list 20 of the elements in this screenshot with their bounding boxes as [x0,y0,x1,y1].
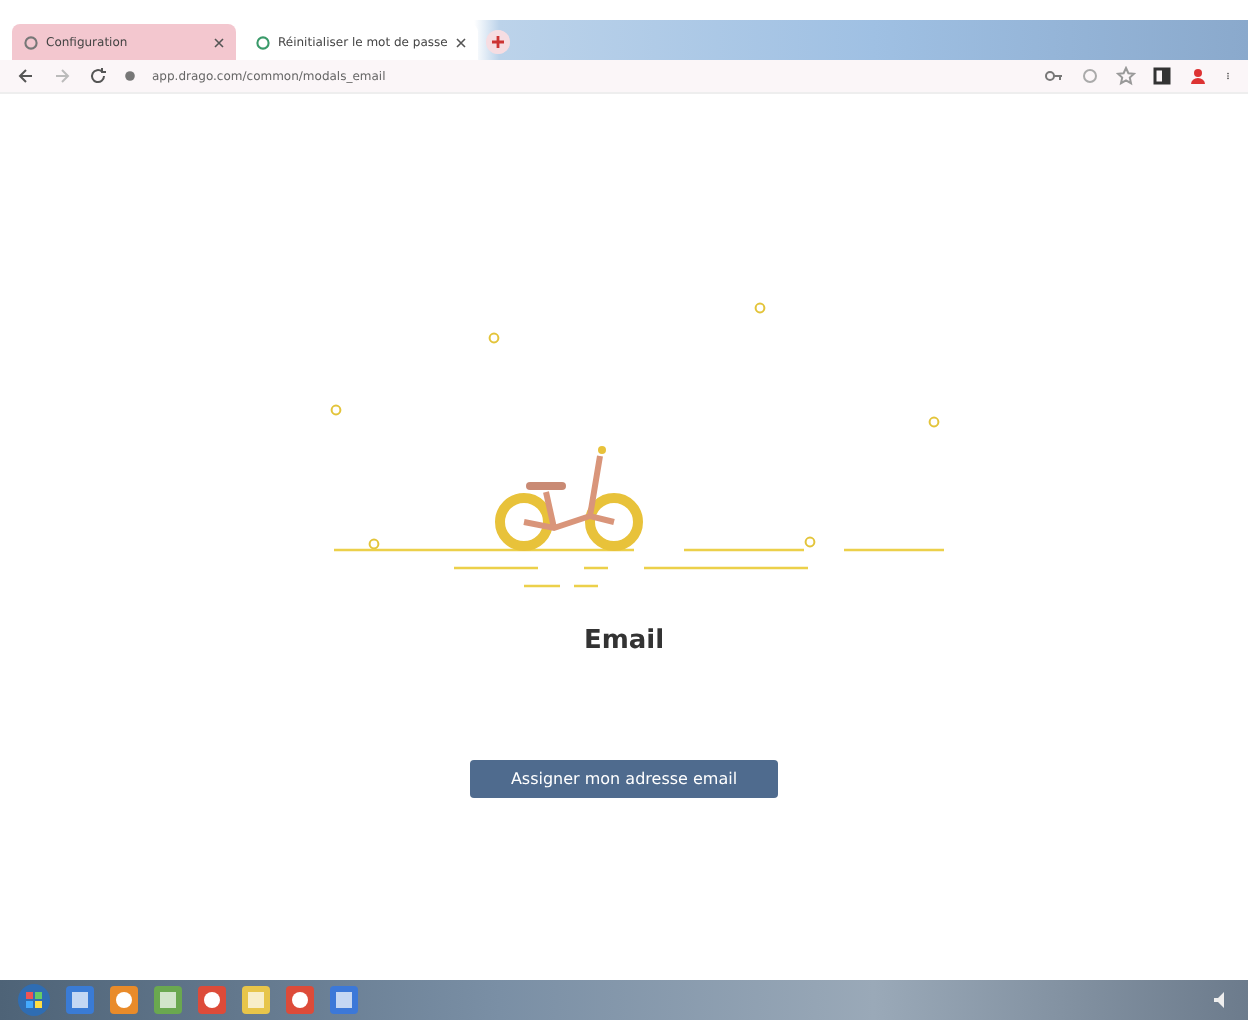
taskbar-app-icon[interactable] [196,984,228,1016]
key-icon[interactable] [1044,66,1064,86]
close-icon[interactable] [455,37,466,47]
taskbar-app-icon[interactable] [328,984,360,1016]
page-title: Email [583,626,665,656]
start-button[interactable] [16,982,52,1018]
taskbar-app-icon[interactable] [152,984,184,1016]
taskbar-app-icon[interactable] [108,984,140,1016]
close-icon[interactable] [214,37,224,47]
globe-icon [256,35,270,49]
reload-icon[interactable] [88,66,108,86]
sidebar-icon[interactable] [1152,66,1172,86]
profile-icon[interactable] [1188,66,1208,86]
star-icon[interactable] [1116,66,1136,86]
globe-icon [24,35,38,49]
assign-email-button[interactable]: Assigner mon adresse email [470,760,778,798]
taskbar-app-icon[interactable] [240,984,272,1016]
back-icon[interactable] [16,66,36,86]
taskbar-app-icon[interactable] [64,984,96,1016]
taskbar-app-icon[interactable] [284,984,316,1016]
